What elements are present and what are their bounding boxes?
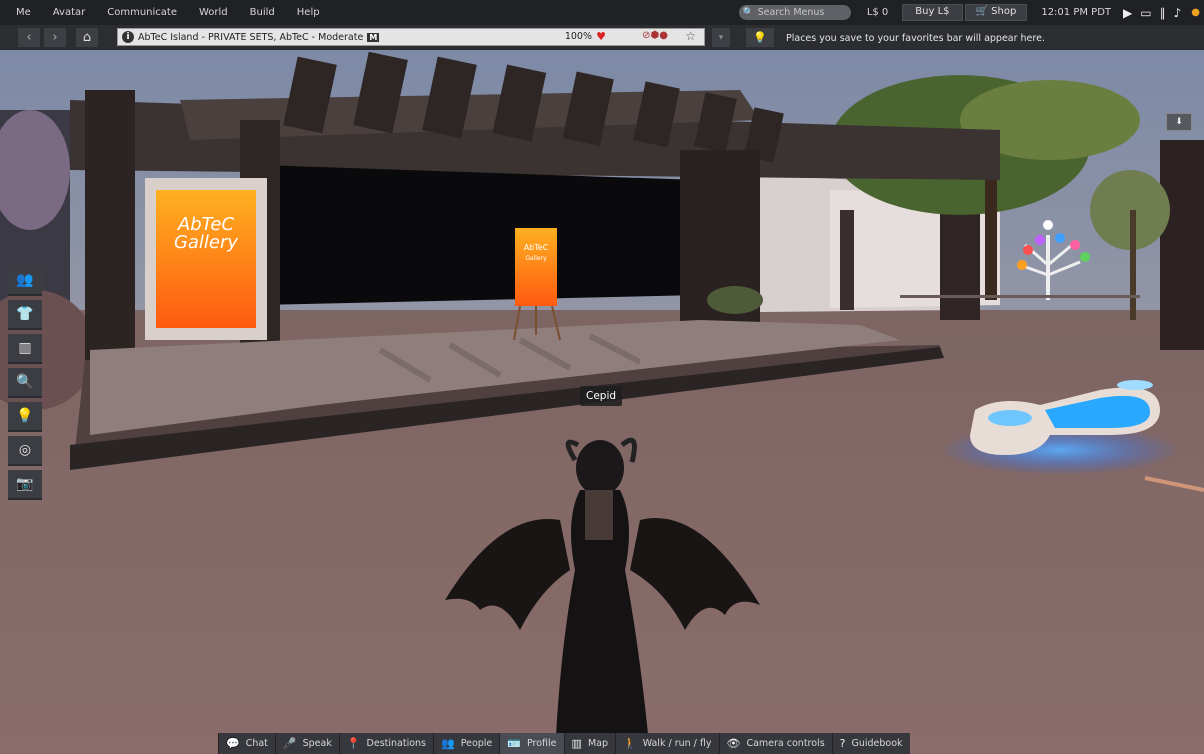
location-input[interactable]: i AbTeC Island - PRIVATE SETS, AbTeC - M… bbox=[117, 28, 705, 46]
search-placeholder: Search Menus bbox=[757, 7, 825, 18]
parcel-restrictions-icon: ⊘⬢● bbox=[642, 30, 668, 41]
small-sign-line2: Gallery bbox=[525, 255, 547, 262]
map-button[interactable]: ▥ Map bbox=[563, 733, 615, 754]
toolbar-howto-button[interactable]: 💡 bbox=[8, 402, 42, 432]
guidebook-label: Guidebook bbox=[851, 738, 903, 749]
microphone-icon: 🎤 bbox=[282, 737, 297, 750]
pause-icon[interactable]: ∥ bbox=[1160, 6, 1166, 20]
bottom-toolbar: 💬 Chat 🎤 Speak 📍 Destinations 👥 People 🪪 Prof… bbox=[218, 733, 910, 754]
radio-icon: ◎ bbox=[18, 442, 32, 458]
home-button[interactable]: ⌂ bbox=[76, 28, 98, 47]
chat-icon: 💬 bbox=[226, 737, 240, 750]
toolbar-inventory-button[interactable]: ▥ bbox=[8, 334, 42, 364]
video-camera-icon[interactable]: ▶ bbox=[1123, 6, 1132, 20]
menu-right-group: 🔍 Search Menus L$ 0 Buy L$ 🛒 Shop 12:01 … bbox=[738, 0, 1204, 25]
maturity-badge: M bbox=[367, 32, 380, 42]
chevron-right-icon: › bbox=[52, 30, 58, 45]
chevron-down-icon: ▾ bbox=[718, 32, 724, 43]
camera-controls-label: Camera controls bbox=[746, 738, 825, 749]
location-text: AbTeC Island - PRIVATE SETS, AbTeC - Mod… bbox=[138, 31, 364, 43]
toolbar-people-button[interactable]: 👥 bbox=[8, 266, 42, 296]
balance-display: L$ 0 bbox=[866, 7, 889, 18]
large-sign-line2: Gallery bbox=[174, 232, 238, 253]
shop-label: Shop bbox=[991, 6, 1017, 17]
camera-controls-button[interactable]: 👁 Camera controls bbox=[718, 733, 832, 754]
zoom-level: 100% bbox=[564, 31, 592, 42]
health-icon: ♥ bbox=[596, 30, 606, 43]
menu-avatar[interactable]: Avatar bbox=[42, 7, 96, 18]
menu-world[interactable]: World bbox=[188, 7, 239, 18]
toolbar-search-button[interactable]: 🔍 bbox=[8, 368, 42, 398]
search-menus-input[interactable]: 🔍 Search Menus bbox=[738, 5, 851, 20]
info-icon[interactable]: i bbox=[122, 31, 134, 43]
map-icon: ▥ bbox=[571, 737, 582, 750]
small-sign-line1: AbTeC bbox=[524, 243, 549, 252]
clock: 12:01 PM PDT bbox=[1041, 7, 1112, 18]
search-icon: 🔍 bbox=[16, 374, 34, 390]
walk-run-fly-button[interactable]: 🚶 Walk / run / fly bbox=[615, 733, 719, 754]
guidebook-button[interactable]: ? Guidebook bbox=[831, 733, 910, 754]
speak-label: Speak bbox=[302, 738, 332, 749]
toolbar-appearance-button[interactable]: 👕 bbox=[8, 300, 42, 330]
menu-bar: Me Avatar Communicate World Build Help 🔍… bbox=[0, 0, 1204, 25]
profile-label: Profile bbox=[526, 738, 557, 749]
map-label: Map bbox=[587, 738, 608, 749]
favorite-star-icon[interactable]: ☆ bbox=[685, 29, 696, 43]
toolbar-snapshot-button[interactable]: 📷 bbox=[8, 470, 42, 500]
people-button[interactable]: 👥 People bbox=[433, 733, 500, 754]
destinations-button[interactable]: 📍 Destinations bbox=[338, 733, 434, 754]
buy-currency-button[interactable]: Buy L$ bbox=[902, 4, 963, 21]
notification-dot-icon[interactable]: ● bbox=[1191, 7, 1200, 18]
volume-icon[interactable]: ♪ bbox=[1174, 6, 1182, 20]
inventory-icon: ▥ bbox=[18, 340, 32, 356]
left-toolbar: 👥 👕 ▥ 🔍 💡 ◎ 📷 bbox=[8, 266, 42, 504]
back-button[interactable]: ‹ bbox=[18, 28, 40, 47]
speak-button[interactable]: 🎤 Speak bbox=[274, 733, 339, 754]
menu-build[interactable]: Build bbox=[239, 7, 286, 18]
people-icon: 👥 bbox=[441, 737, 455, 750]
profile-button[interactable]: 🪪 Profile bbox=[499, 733, 564, 754]
lightbulb-icon: 💡 bbox=[753, 31, 767, 44]
guidebook-icon: ? bbox=[839, 737, 846, 750]
shirt-icon: 👕 bbox=[16, 306, 34, 322]
walk-label: Walk / run / fly bbox=[642, 738, 712, 749]
lightbulb-icon: 💡 bbox=[16, 408, 34, 424]
chat-button[interactable]: 💬 Chat bbox=[218, 733, 275, 754]
favorites-bar-hint: Places you save to your favorites bar wi… bbox=[786, 33, 1045, 44]
shop-button[interactable]: 🛒 Shop bbox=[964, 4, 1028, 21]
toolbar-radio-button[interactable]: ◎ bbox=[8, 436, 42, 466]
avatar-name-tag[interactable]: Cepid bbox=[580, 386, 623, 406]
destinations-label: Destinations bbox=[366, 738, 427, 749]
profile-icon: 🪪 bbox=[507, 737, 521, 750]
media-icon[interactable]: ▭ bbox=[1140, 6, 1151, 20]
location-dropdown-button[interactable]: ▾ bbox=[712, 28, 730, 47]
snapshot-toggle-icon[interactable]: ⬇ bbox=[1166, 113, 1192, 131]
eye-icon: 👁 bbox=[726, 737, 741, 750]
walk-icon: 🚶 bbox=[623, 737, 637, 750]
favorites-button[interactable]: 💡 bbox=[746, 28, 774, 47]
people-icon: 👥 bbox=[16, 272, 34, 288]
menu-communicate[interactable]: Communicate bbox=[96, 7, 188, 18]
camera-icon: 📷 bbox=[16, 476, 34, 492]
forward-button[interactable]: › bbox=[44, 28, 66, 47]
home-icon: ⌂ bbox=[82, 30, 92, 45]
search-icon: 🔍 bbox=[742, 7, 755, 18]
cart-icon: 🛒 bbox=[975, 6, 992, 17]
chevron-left-icon: ‹ bbox=[26, 30, 32, 45]
chat-label: Chat bbox=[245, 738, 268, 749]
menu-help[interactable]: Help bbox=[286, 7, 331, 18]
menu-me[interactable]: Me bbox=[0, 7, 42, 18]
people-label: People bbox=[460, 738, 493, 749]
pin-icon: 📍 bbox=[346, 737, 361, 750]
